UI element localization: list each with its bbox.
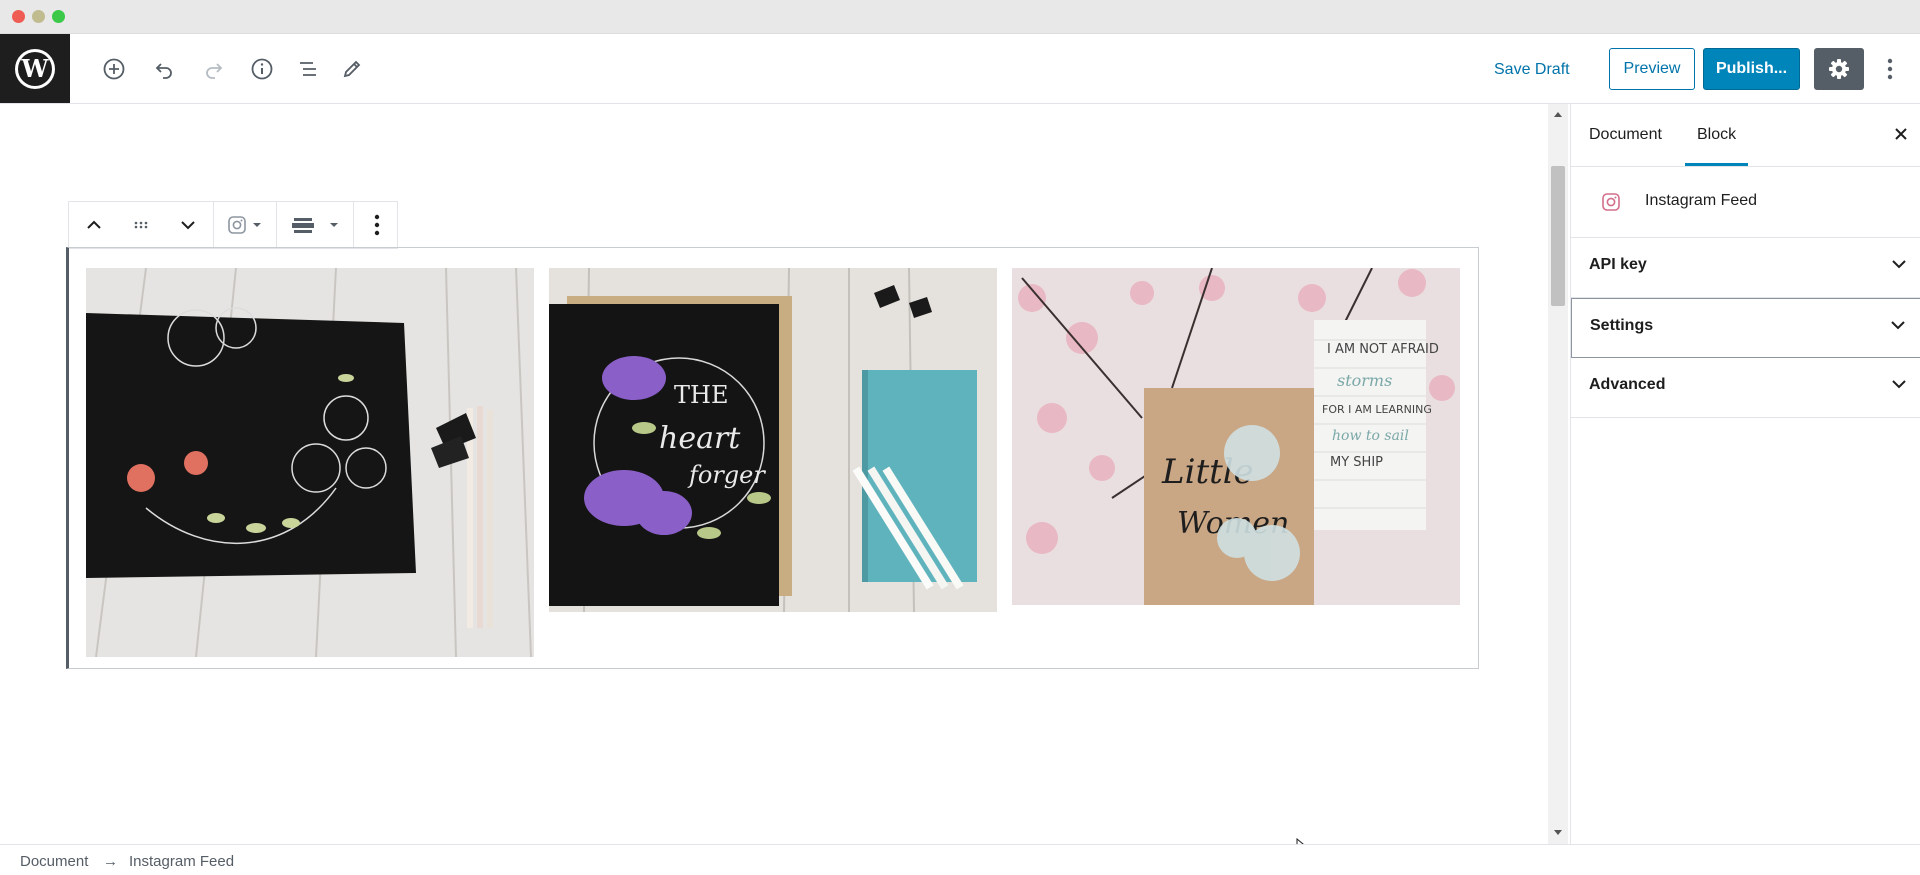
- block-navigation-icon[interactable]: [295, 56, 321, 82]
- chevron-down-icon: [1891, 321, 1905, 330]
- block-type-switcher-button[interactable]: [214, 202, 276, 248]
- svg-text:I AM NOT AFRAID: I AM NOT AFRAID: [1327, 342, 1439, 357]
- block-card: Instagram Feed: [1571, 167, 1920, 238]
- gallery-image[interactable]: THE heart forger: [549, 268, 997, 612]
- breadcrumb: Document → Instagram Feed: [0, 844, 1920, 875]
- block-toolbar: [68, 201, 398, 249]
- tab-document[interactable]: Document: [1589, 104, 1662, 166]
- redo-icon[interactable]: [201, 56, 227, 82]
- wordpress-logo-icon[interactable]: W: [0, 34, 70, 103]
- info-icon[interactable]: [249, 56, 275, 82]
- block-mover-group: [69, 202, 214, 248]
- add-block-icon[interactable]: [101, 56, 127, 82]
- chevron-down-icon: [1892, 380, 1906, 389]
- window-close-button[interactable]: [12, 10, 25, 23]
- more-options-button[interactable]: [1880, 52, 1900, 86]
- chevron-up-icon: [87, 220, 101, 229]
- preview-button[interactable]: Preview: [1609, 48, 1695, 90]
- undo-icon[interactable]: [151, 56, 177, 82]
- sidebar-tabs: Document Block: [1571, 104, 1920, 167]
- svg-text:heart: heart: [659, 421, 741, 456]
- gallery-image[interactable]: Little Women I AM NOT AFRAID storms FOR …: [1012, 268, 1460, 605]
- instagram-icon: [228, 216, 261, 234]
- editor-scrollbar[interactable]: [1548, 104, 1568, 844]
- svg-text:FOR I AM LEARNING: FOR I AM LEARNING: [1322, 403, 1432, 416]
- gallery-image[interactable]: [86, 268, 534, 657]
- panel-title: API key: [1589, 256, 1647, 273]
- alignment-button[interactable]: [277, 202, 353, 248]
- close-icon: [1895, 128, 1907, 140]
- scroll-down-arrow-icon[interactable]: [1554, 830, 1562, 835]
- scrollbar-thumb[interactable]: [1551, 166, 1565, 306]
- block-switcher: [214, 202, 277, 248]
- svg-text:THE: THE: [674, 381, 728, 409]
- align-icon: [292, 218, 338, 233]
- breadcrumb-separator: →: [103, 853, 118, 870]
- gear-icon: [1829, 59, 1849, 79]
- publish-button[interactable]: Publish...: [1703, 48, 1800, 90]
- settings-button[interactable]: [1814, 48, 1864, 90]
- chevron-down-icon: [181, 221, 195, 230]
- block-card-title: Instagram Feed: [1645, 192, 1758, 209]
- settings-sidebar: Document Block Instagram Feed API key Se…: [1570, 104, 1920, 844]
- move-down-button[interactable]: [163, 202, 213, 248]
- svg-text:MY SHIP: MY SHIP: [1330, 455, 1383, 470]
- svg-text:forger: forger: [687, 461, 766, 489]
- tab-block[interactable]: Block: [1685, 104, 1749, 166]
- editor-header-toolbar: W Save Draft Preview Publish...: [0, 34, 1920, 104]
- breadcrumb-item-document[interactable]: Document: [20, 853, 88, 870]
- window-minimize-button[interactable]: [32, 10, 45, 23]
- window-maximize-button[interactable]: [52, 10, 65, 23]
- save-draft-button[interactable]: Save Draft: [1494, 54, 1570, 86]
- edit-tools-icon[interactable]: [339, 56, 365, 82]
- move-up-button[interactable]: [69, 202, 119, 248]
- chevron-down-icon: [1892, 260, 1906, 269]
- drag-handle-icon: [134, 221, 148, 229]
- panel-title: Advanced: [1589, 376, 1666, 393]
- alignment-group: [277, 202, 354, 248]
- panel-advanced[interactable]: Advanced: [1571, 358, 1920, 418]
- more-vertical-icon: [1887, 58, 1893, 80]
- block-more-group: [354, 202, 400, 248]
- svg-text:how to sail: how to sail: [1332, 428, 1409, 444]
- panel-api-key[interactable]: API key: [1571, 238, 1920, 298]
- panel-title: Settings: [1590, 317, 1654, 334]
- window-titlebar: [0, 0, 1920, 34]
- panel-settings[interactable]: Settings: [1571, 298, 1920, 358]
- breadcrumb-item-instagram-feed[interactable]: Instagram Feed: [129, 853, 234, 870]
- block-more-options-button[interactable]: [354, 202, 400, 248]
- instagram-icon: [1602, 193, 1620, 211]
- more-vertical-icon: [374, 214, 380, 236]
- svg-text:storms: storms: [1337, 371, 1392, 390]
- instagram-feed-block[interactable]: THE heart forger Little Women I: [66, 247, 1479, 669]
- scroll-up-arrow-icon[interactable]: [1554, 112, 1562, 117]
- drag-handle[interactable]: [119, 202, 163, 248]
- editor-canvas[interactable]: THE heart forger Little Women I: [0, 104, 1548, 858]
- close-sidebar-button[interactable]: [1889, 122, 1913, 146]
